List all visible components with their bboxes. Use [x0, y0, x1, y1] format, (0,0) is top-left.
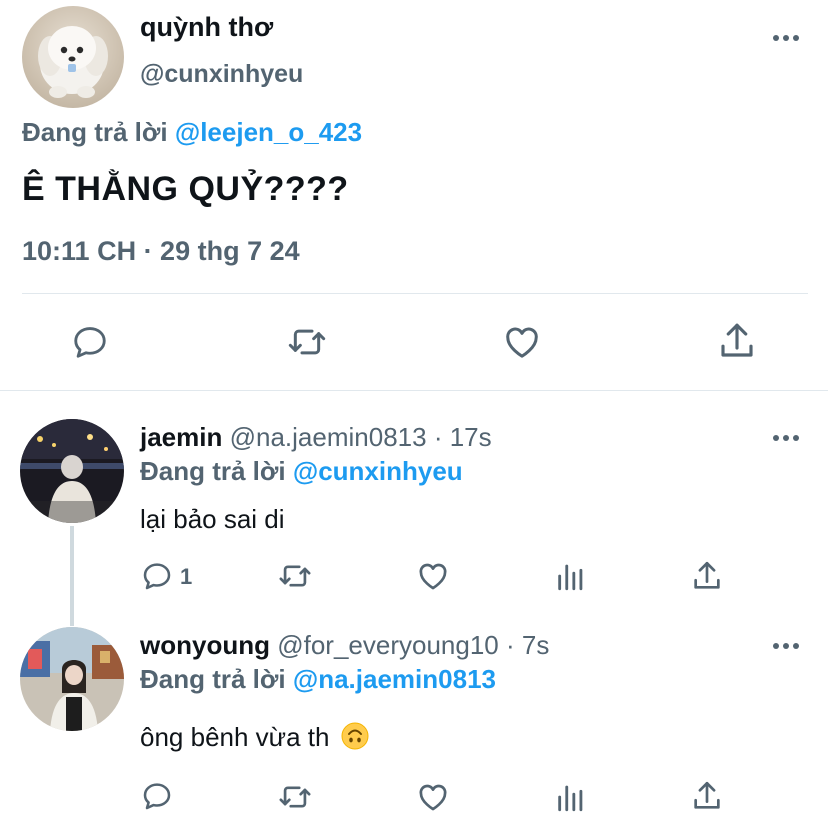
main-display-name[interactable]: quỳnh thơ — [140, 12, 273, 43]
share-icon[interactable] — [716, 320, 758, 362]
dog-plush-image — [38, 26, 108, 98]
like-icon[interactable] — [414, 559, 452, 593]
analytics-icon[interactable] — [554, 559, 588, 593]
tweet-text: Ê THẰNG QUỶ???? — [22, 170, 349, 208]
share-icon[interactable] — [690, 778, 724, 814]
reply-handle[interactable]: @for_everyoung10 — [277, 630, 499, 660]
reply-icon[interactable] — [140, 560, 174, 592]
retweet-icon[interactable] — [276, 780, 314, 814]
reply-count: 1 — [180, 564, 193, 589]
divider — [0, 390, 828, 391]
reply-icon[interactable] — [140, 780, 174, 812]
replying-to-line: Đang trả lời @cunxinhyeu — [140, 456, 463, 487]
reply-time[interactable]: · 7s — [506, 630, 549, 660]
reply-handle[interactable]: @na.jaemin0813 — [230, 422, 427, 452]
replying-prefix: Đang trả lời — [140, 664, 286, 694]
replying-prefix: Đang trả lời — [22, 117, 168, 147]
retweet-icon[interactable] — [276, 559, 314, 593]
reply-avatar-jaemin[interactable] — [20, 419, 124, 523]
like-icon[interactable] — [500, 322, 544, 362]
share-icon[interactable] — [690, 558, 724, 594]
reply-text: ông bênh vừa th — [140, 722, 330, 752]
main-handle[interactable]: @cunxinhyeu — [140, 60, 303, 89]
reply-header: wonyoung @for_everyoung10 · 7s — [140, 630, 549, 661]
reply-text-line: ông bênh vừa th — [140, 722, 369, 757]
replying-to-line: Đang trả lời @leejen_o_423 — [22, 117, 362, 148]
reply-display-name[interactable]: wonyoung — [140, 630, 270, 660]
replying-to-line: Đang trả lời @na.jaemin0813 — [140, 664, 496, 695]
reply-avatar-wonyoung[interactable] — [20, 627, 124, 731]
reply-header: jaemin @na.jaemin0813 · 17s — [140, 422, 492, 453]
more-options-icon[interactable] — [772, 638, 800, 659]
retweet-icon[interactable] — [285, 322, 329, 362]
tweet-timestamp[interactable]: 10:11 CH · 29 thg 7 24 — [22, 236, 300, 267]
avatar-photo — [20, 419, 124, 523]
replying-prefix: Đang trả lời — [140, 456, 286, 486]
reply-icon[interactable] — [70, 323, 110, 361]
avatar-photo — [20, 627, 124, 731]
reply-text: lại bảo sai di — [140, 504, 285, 534]
replying-to-link[interactable]: @leejen_o_423 — [175, 117, 362, 147]
more-options-icon[interactable] — [772, 430, 800, 451]
replying-to-link[interactable]: @na.jaemin0813 — [293, 664, 496, 694]
analytics-icon[interactable] — [554, 780, 588, 814]
main-avatar[interactable] — [22, 6, 124, 108]
reply-time[interactable]: · 17s — [434, 422, 492, 452]
replying-to-link[interactable]: @cunxinhyeu — [293, 456, 463, 486]
more-options-icon[interactable] — [772, 30, 800, 51]
upside-down-face-emoji-icon — [341, 722, 369, 757]
like-icon[interactable] — [414, 780, 452, 814]
divider — [22, 293, 808, 294]
reply-display-name[interactable]: jaemin — [140, 422, 222, 452]
thread-connector — [70, 526, 74, 626]
